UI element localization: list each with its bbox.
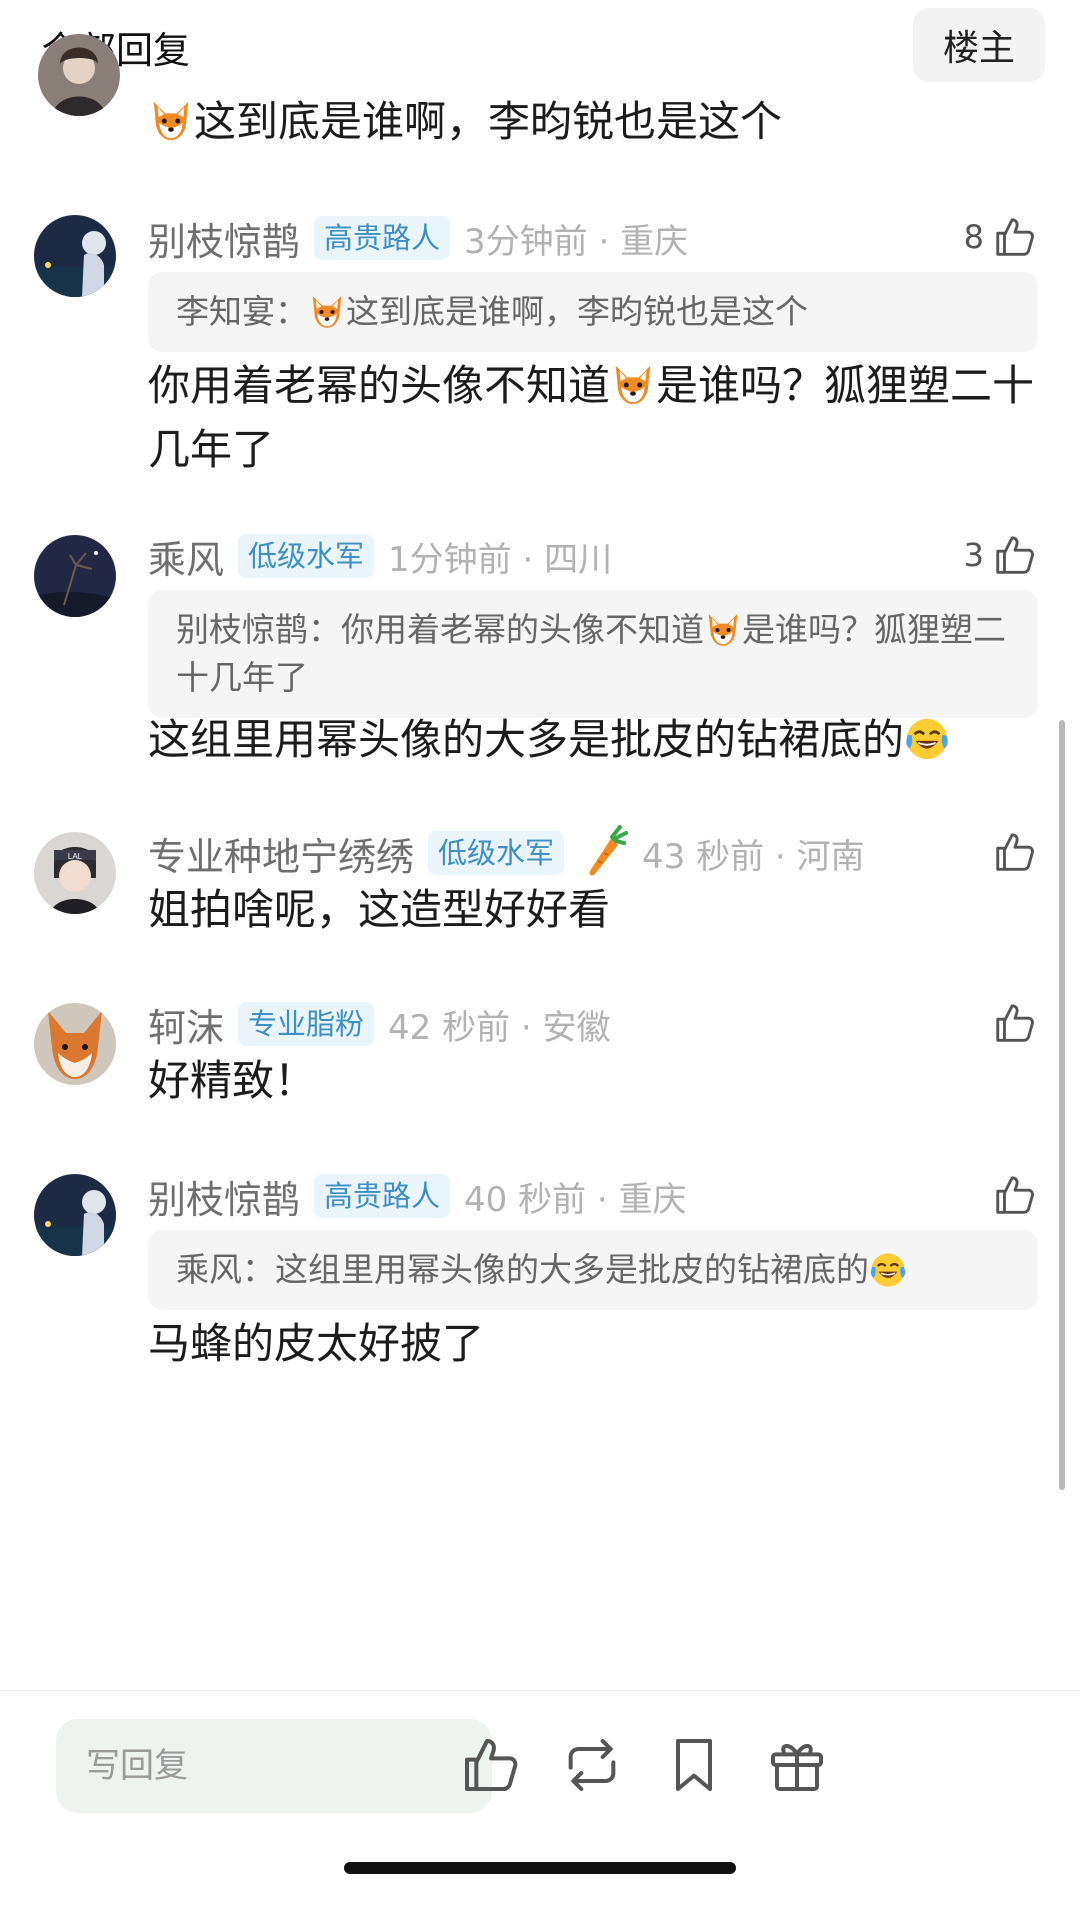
like-action-button[interactable] xyxy=(459,1733,523,1797)
comment-body: 这到底是谁啊，李昀锐也是这个 xyxy=(148,90,1038,154)
comment-meta: 乘风 低级水军 1分钟前 · 四川 xyxy=(148,528,612,584)
comment-body: 你用着老幂的头像不知道 是谁吗？狐狸塑二十几年了 xyxy=(148,361,1035,474)
fox-emoji xyxy=(610,362,656,408)
avatar[interactable] xyxy=(34,215,116,297)
comment-time: 42 秒前 · 安徽 xyxy=(388,1007,611,1048)
username[interactable]: 专业种地宁绣绣 xyxy=(148,826,414,881)
user-badge: 低级水军 xyxy=(238,534,375,578)
comment-meta: 专业种地宁绣绣 低级水军 43 秒前 · 河南 xyxy=(148,825,865,881)
comment-meta: 别枝惊鹊 高贵路人 40 秒前 · 重庆 xyxy=(148,1168,687,1224)
like-count: 3 xyxy=(963,536,984,574)
thumbs-up-icon xyxy=(992,1172,1038,1218)
user-badge: 专业脂粉 xyxy=(238,1002,375,1046)
avatar[interactable] xyxy=(34,1003,116,1085)
thumbs-up-icon xyxy=(992,532,1038,578)
comment-time: 1分钟前 · 四川 xyxy=(388,539,613,580)
repost-button[interactable] xyxy=(560,1733,624,1797)
comment-meta: 轲沫 专业脂粉 42 秒前 · 安徽 xyxy=(148,996,611,1052)
scrollbar[interactable] xyxy=(1059,720,1065,1490)
comment-body: 姐拍啥呢，这造型好好看 xyxy=(148,885,611,934)
owner-only-button[interactable]: 楼主 xyxy=(913,8,1045,82)
comment-meta: 别枝惊鹊 高贵路人 3分钟前 · 重庆 xyxy=(148,210,688,266)
reply-input[interactable] xyxy=(56,1719,492,1813)
comment-replies-page: 全部回复 楼主 这到底是谁啊，李昀锐也是这个 别枝惊鹊 高贵路人 3分钟前 · … xyxy=(0,0,1080,1927)
avatar[interactable]: LAL xyxy=(34,832,116,914)
like-button[interactable] xyxy=(992,829,1038,875)
thumbs-up-icon xyxy=(465,1739,518,1791)
like-button[interactable]: 8 xyxy=(964,214,1038,260)
username[interactable]: 别枝惊鹊 xyxy=(148,211,300,266)
avatar[interactable] xyxy=(34,1174,116,1256)
user-badge: 高贵路人 xyxy=(314,1174,451,1218)
comment-time: 40 秒前 · 重庆 xyxy=(464,1179,687,1220)
like-button[interactable] xyxy=(992,1172,1038,1218)
quote-text: 你用着老幂的头像不知道 xyxy=(341,610,704,649)
username[interactable]: 轲沫 xyxy=(148,997,224,1052)
quote-text: 这到底是谁啊，李昀锐也是这个 xyxy=(346,292,808,331)
quoted-comment[interactable]: 李知宴： 这到底是谁啊，李昀锐也是这个 xyxy=(148,272,1038,352)
home-indicator[interactable] xyxy=(344,1862,736,1874)
header: 全部回复 楼主 xyxy=(0,0,1080,90)
gift-icon xyxy=(771,1744,823,1791)
username[interactable]: 乘风 xyxy=(148,529,224,584)
avatar[interactable] xyxy=(38,34,120,116)
comment-time: 3分钟前 · 重庆 xyxy=(464,221,689,262)
quote-author: 乘风： xyxy=(176,1250,275,1289)
fox-emoji xyxy=(148,98,194,144)
fox-emoji xyxy=(704,611,742,649)
comment-body: 这组里用幂头像的大多是批皮的钻裙底的 xyxy=(148,708,1038,772)
bookmark-icon xyxy=(676,1739,712,1791)
thumbs-up-icon xyxy=(992,829,1038,875)
quoted-comment[interactable]: 别枝惊鹊：你用着老幂的头像不知道 是谁吗？狐狸塑二十几年了 xyxy=(148,590,1038,718)
like-button[interactable]: 3 xyxy=(964,532,1038,578)
bookmark-button[interactable] xyxy=(662,1733,726,1797)
comment-body: 好精致！ xyxy=(148,1056,317,1105)
thumbs-up-icon xyxy=(992,1000,1038,1046)
thumbs-up-icon xyxy=(992,214,1038,260)
comment-time: 43 秒前 · 河南 xyxy=(642,836,865,877)
repost-icon xyxy=(568,1739,616,1791)
laugh-cry-emoji xyxy=(904,716,950,762)
user-badge: 高贵路人 xyxy=(314,216,451,260)
fox-emoji xyxy=(308,293,346,331)
avatar[interactable] xyxy=(34,535,116,617)
user-badge: 低级水军 xyxy=(428,831,565,875)
quote-author: 李知宴： xyxy=(176,292,308,331)
svg-text:LAL: LAL xyxy=(68,852,83,861)
quote-author: 别枝惊鹊： xyxy=(176,610,341,649)
comment-body: 马蜂的皮太好披了 xyxy=(148,1319,485,1368)
like-count: 8 xyxy=(963,218,984,256)
laugh-cry-emoji xyxy=(869,1251,907,1289)
bottom-action-bar xyxy=(0,1690,1080,1927)
username[interactable]: 别枝惊鹊 xyxy=(148,1169,300,1224)
quote-text: 这组里用幂头像的大多是批皮的钻裙底的 xyxy=(275,1250,869,1289)
like-button[interactable] xyxy=(992,1000,1038,1046)
quoted-comment[interactable]: 乘风：这组里用幂头像的大多是批皮的钻裙底的 xyxy=(148,1230,1038,1310)
carrot-icon xyxy=(582,825,629,881)
gift-button[interactable] xyxy=(765,1733,829,1797)
